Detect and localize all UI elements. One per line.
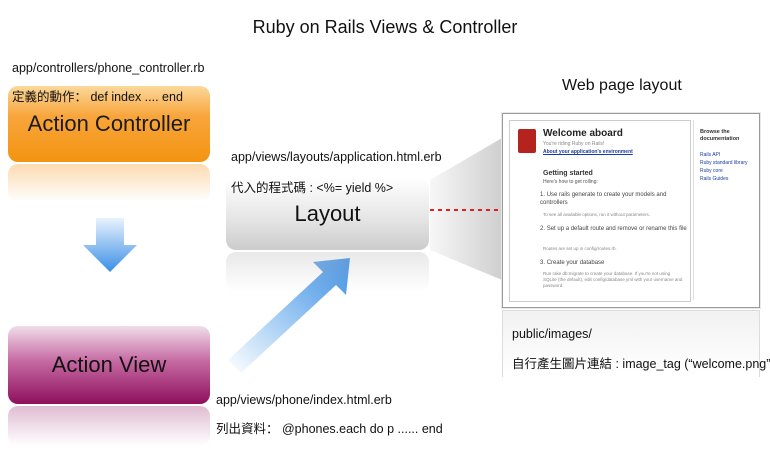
step-2: 2. Set up a default route and remove or …: [540, 225, 688, 233]
action-view-label: Action View: [51, 352, 167, 377]
step-1-text: Use rails generate to create your models…: [540, 192, 667, 206]
images-path: public/images/: [512, 327, 592, 341]
step-1: 1. Use rails generate to create your mod…: [540, 191, 688, 207]
images-note: 自行產生圖片連結 : image_tag (“welcome.png”): [512, 357, 770, 371]
layout-label: Layout: [294, 201, 361, 226]
layout-reflection: [226, 252, 429, 292]
sidebar-link-rails-guides[interactable]: Rails Guides: [700, 176, 728, 182]
env-link[interactable]: About your application's environment: [543, 149, 633, 155]
step-2-num: 2.: [540, 226, 546, 232]
step-3-num: 3.: [540, 260, 546, 266]
sidebar-link-rails-api[interactable]: Rails API: [700, 152, 720, 158]
rails-logo: [518, 129, 536, 153]
down-arrow: [83, 218, 137, 272]
layout-path: app/views/layouts/application.html.erb: [231, 150, 442, 164]
controller-reflection: [8, 164, 210, 202]
webpage-subtitle: You're riding Ruby on Rails!: [543, 141, 605, 147]
getting-started-heading: Getting started: [543, 170, 593, 177]
controller-note: 定義的動作： def index .... end: [12, 90, 183, 104]
view-reflection: [8, 406, 210, 446]
getting-started-sub: Here's how to get rolling:: [543, 179, 598, 185]
diagram-title: Ruby on Rails Views & Controller: [252, 17, 518, 37]
step-2-text: Set up a default route and remove or ren…: [546, 226, 687, 232]
sidebar-link-ruby-stdlib[interactable]: Ruby standard library: [700, 160, 748, 166]
layout-note: 代入的程式碼 : <%= yield %>: [231, 181, 394, 195]
sidebar-link-ruby-core[interactable]: Ruby core: [700, 168, 723, 174]
view-path: app/views/phone/index.html.erb: [216, 393, 392, 407]
webpage-title: Welcome aboard: [543, 128, 623, 139]
view-note: 列出資料： @phones.each do p ...... end: [216, 422, 443, 436]
step-1-num: 1.: [540, 192, 546, 198]
step-3-sub: Run rake db:migrate to create your datab…: [543, 271, 683, 288]
action-controller-label: Action Controller: [27, 111, 191, 136]
webpage-heading: Web page layout: [562, 77, 682, 94]
webpage-main-panel: Welcome aboard You're riding Ruby on Rai…: [509, 120, 691, 302]
step-1-sub: To see all available options, run it wit…: [543, 212, 651, 217]
webpage-sidebar: Browse the documentation Rails API Ruby …: [693, 120, 754, 300]
sidebar-heading: Browse the documentation: [700, 129, 740, 142]
webpage-screenshot: Welcome aboard You're riding Ruby on Rai…: [502, 113, 760, 308]
step-2-sub: Routes are set up in config/routes.rb.: [543, 246, 617, 251]
controller-path: app/controllers/phone_controller.rb: [12, 61, 205, 75]
step-3: 3. Create your database: [540, 259, 688, 267]
step-3-text: Create your database: [546, 260, 605, 266]
action-view-box: Action View: [8, 326, 210, 404]
